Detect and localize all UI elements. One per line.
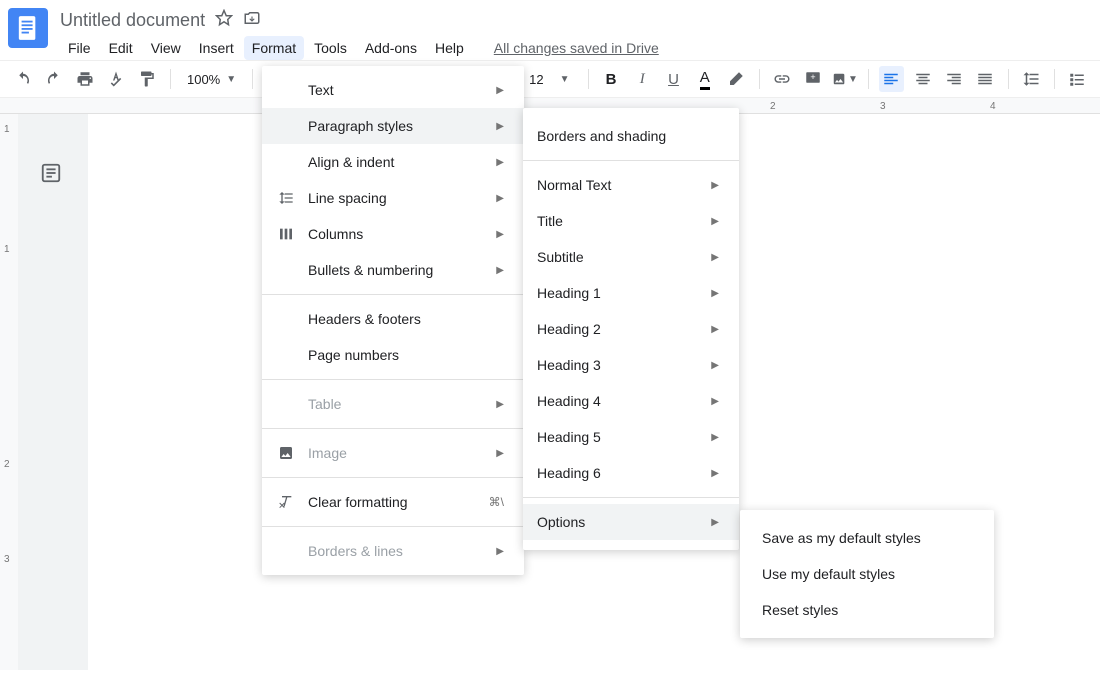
add-comment-button[interactable]: + [801,66,826,92]
format-columns[interactable]: Columns▶ [262,216,524,252]
columns-icon [276,226,296,242]
align-justify-button[interactable] [972,66,997,92]
format-page-numbers[interactable]: Page numbers [262,337,524,373]
ps-heading-5[interactable]: Heading 5▶ [523,419,739,455]
align-center-button[interactable] [910,66,935,92]
undo-button[interactable] [10,66,35,92]
header: Untitled document File Edit View Insert … [0,0,1100,60]
bold-button[interactable]: B [598,66,623,92]
ps-borders-shading[interactable]: Borders and shading [523,118,739,154]
menu-format[interactable]: Format [244,36,304,60]
move-icon[interactable] [243,9,261,32]
menu-view[interactable]: View [143,36,189,60]
svg-text:+: + [811,72,816,82]
options-submenu: Save as my default styles Use my default… [740,510,994,638]
spellcheck-button[interactable] [104,66,129,92]
format-headers-footers[interactable]: Headers & footers [262,301,524,337]
highlight-color-button[interactable] [723,66,748,92]
ps-options[interactable]: Options▶ [523,504,739,540]
ps-heading-4[interactable]: Heading 4▶ [523,383,739,419]
format-line-spacing[interactable]: Line spacing▶ [262,180,524,216]
menu-file[interactable]: File [60,36,99,60]
print-button[interactable] [72,66,97,92]
paragraph-styles-submenu: Borders and shading Normal Text▶ Title▶ … [523,108,739,550]
opt-save-default[interactable]: Save as my default styles [740,520,994,556]
paint-format-button[interactable] [135,66,160,92]
format-borders-lines: Borders & lines▶ [262,533,524,569]
align-right-button[interactable] [941,66,966,92]
ps-subtitle[interactable]: Subtitle▶ [523,239,739,275]
checklist-button[interactable] [1065,66,1090,92]
docs-app-icon[interactable] [8,8,48,48]
text-color-button[interactable]: A [692,66,717,92]
ps-heading-3[interactable]: Heading 3▶ [523,347,739,383]
insert-link-button[interactable] [769,66,794,92]
format-text[interactable]: Text▶ [262,72,524,108]
document-gutter [18,114,88,670]
outline-icon[interactable] [40,162,62,189]
ps-heading-6[interactable]: Heading 6▶ [523,455,739,491]
format-align-indent[interactable]: Align & indent▶ [262,144,524,180]
format-bullets-numbering[interactable]: Bullets & numbering▶ [262,252,524,288]
line-spacing-button[interactable] [1019,66,1044,92]
italic-button[interactable]: I [630,66,655,92]
zoom-select[interactable]: 100%▼ [181,72,242,87]
insert-image-button[interactable]: ▼ [832,66,858,92]
ps-title[interactable]: Title▶ [523,203,739,239]
toolbar: 100%▼ 12▼ B I U A + ▼ [0,60,1100,98]
redo-button[interactable] [41,66,66,92]
opt-reset-styles[interactable]: Reset styles [740,592,994,628]
menu-edit[interactable]: Edit [101,36,141,60]
format-paragraph-styles[interactable]: Paragraph styles▶ [262,108,524,144]
underline-button[interactable]: U [661,66,686,92]
menu-insert[interactable]: Insert [191,36,242,60]
ps-normal-text[interactable]: Normal Text▶ [523,167,739,203]
menu-help[interactable]: Help [427,36,472,60]
ps-heading-2[interactable]: Heading 2▶ [523,311,739,347]
star-icon[interactable] [215,9,233,32]
menu-tools[interactable]: Tools [306,36,355,60]
image-icon [276,445,296,461]
clear-format-icon [276,494,296,510]
format-clear-formatting[interactable]: Clear formatting⌘\ [262,484,524,520]
align-left-button[interactable] [879,66,904,92]
menu-addons[interactable]: Add-ons [357,36,425,60]
document-title[interactable]: Untitled document [60,10,205,31]
line-spacing-icon [276,190,296,206]
format-table: Table▶ [262,386,524,422]
ps-heading-1[interactable]: Heading 1▶ [523,275,739,311]
opt-use-default[interactable]: Use my default styles [740,556,994,592]
format-dropdown: Text▶ Paragraph styles▶ Align & indent▶ … [262,66,524,575]
menu-bar: File Edit View Insert Format Tools Add-o… [60,36,1092,60]
format-image: Image▶ [262,435,524,471]
vertical-ruler: 1 1 2 3 [0,114,18,670]
font-size-select[interactable]: 12▼ [521,72,577,87]
save-status[interactable]: All changes saved in Drive [494,36,659,60]
